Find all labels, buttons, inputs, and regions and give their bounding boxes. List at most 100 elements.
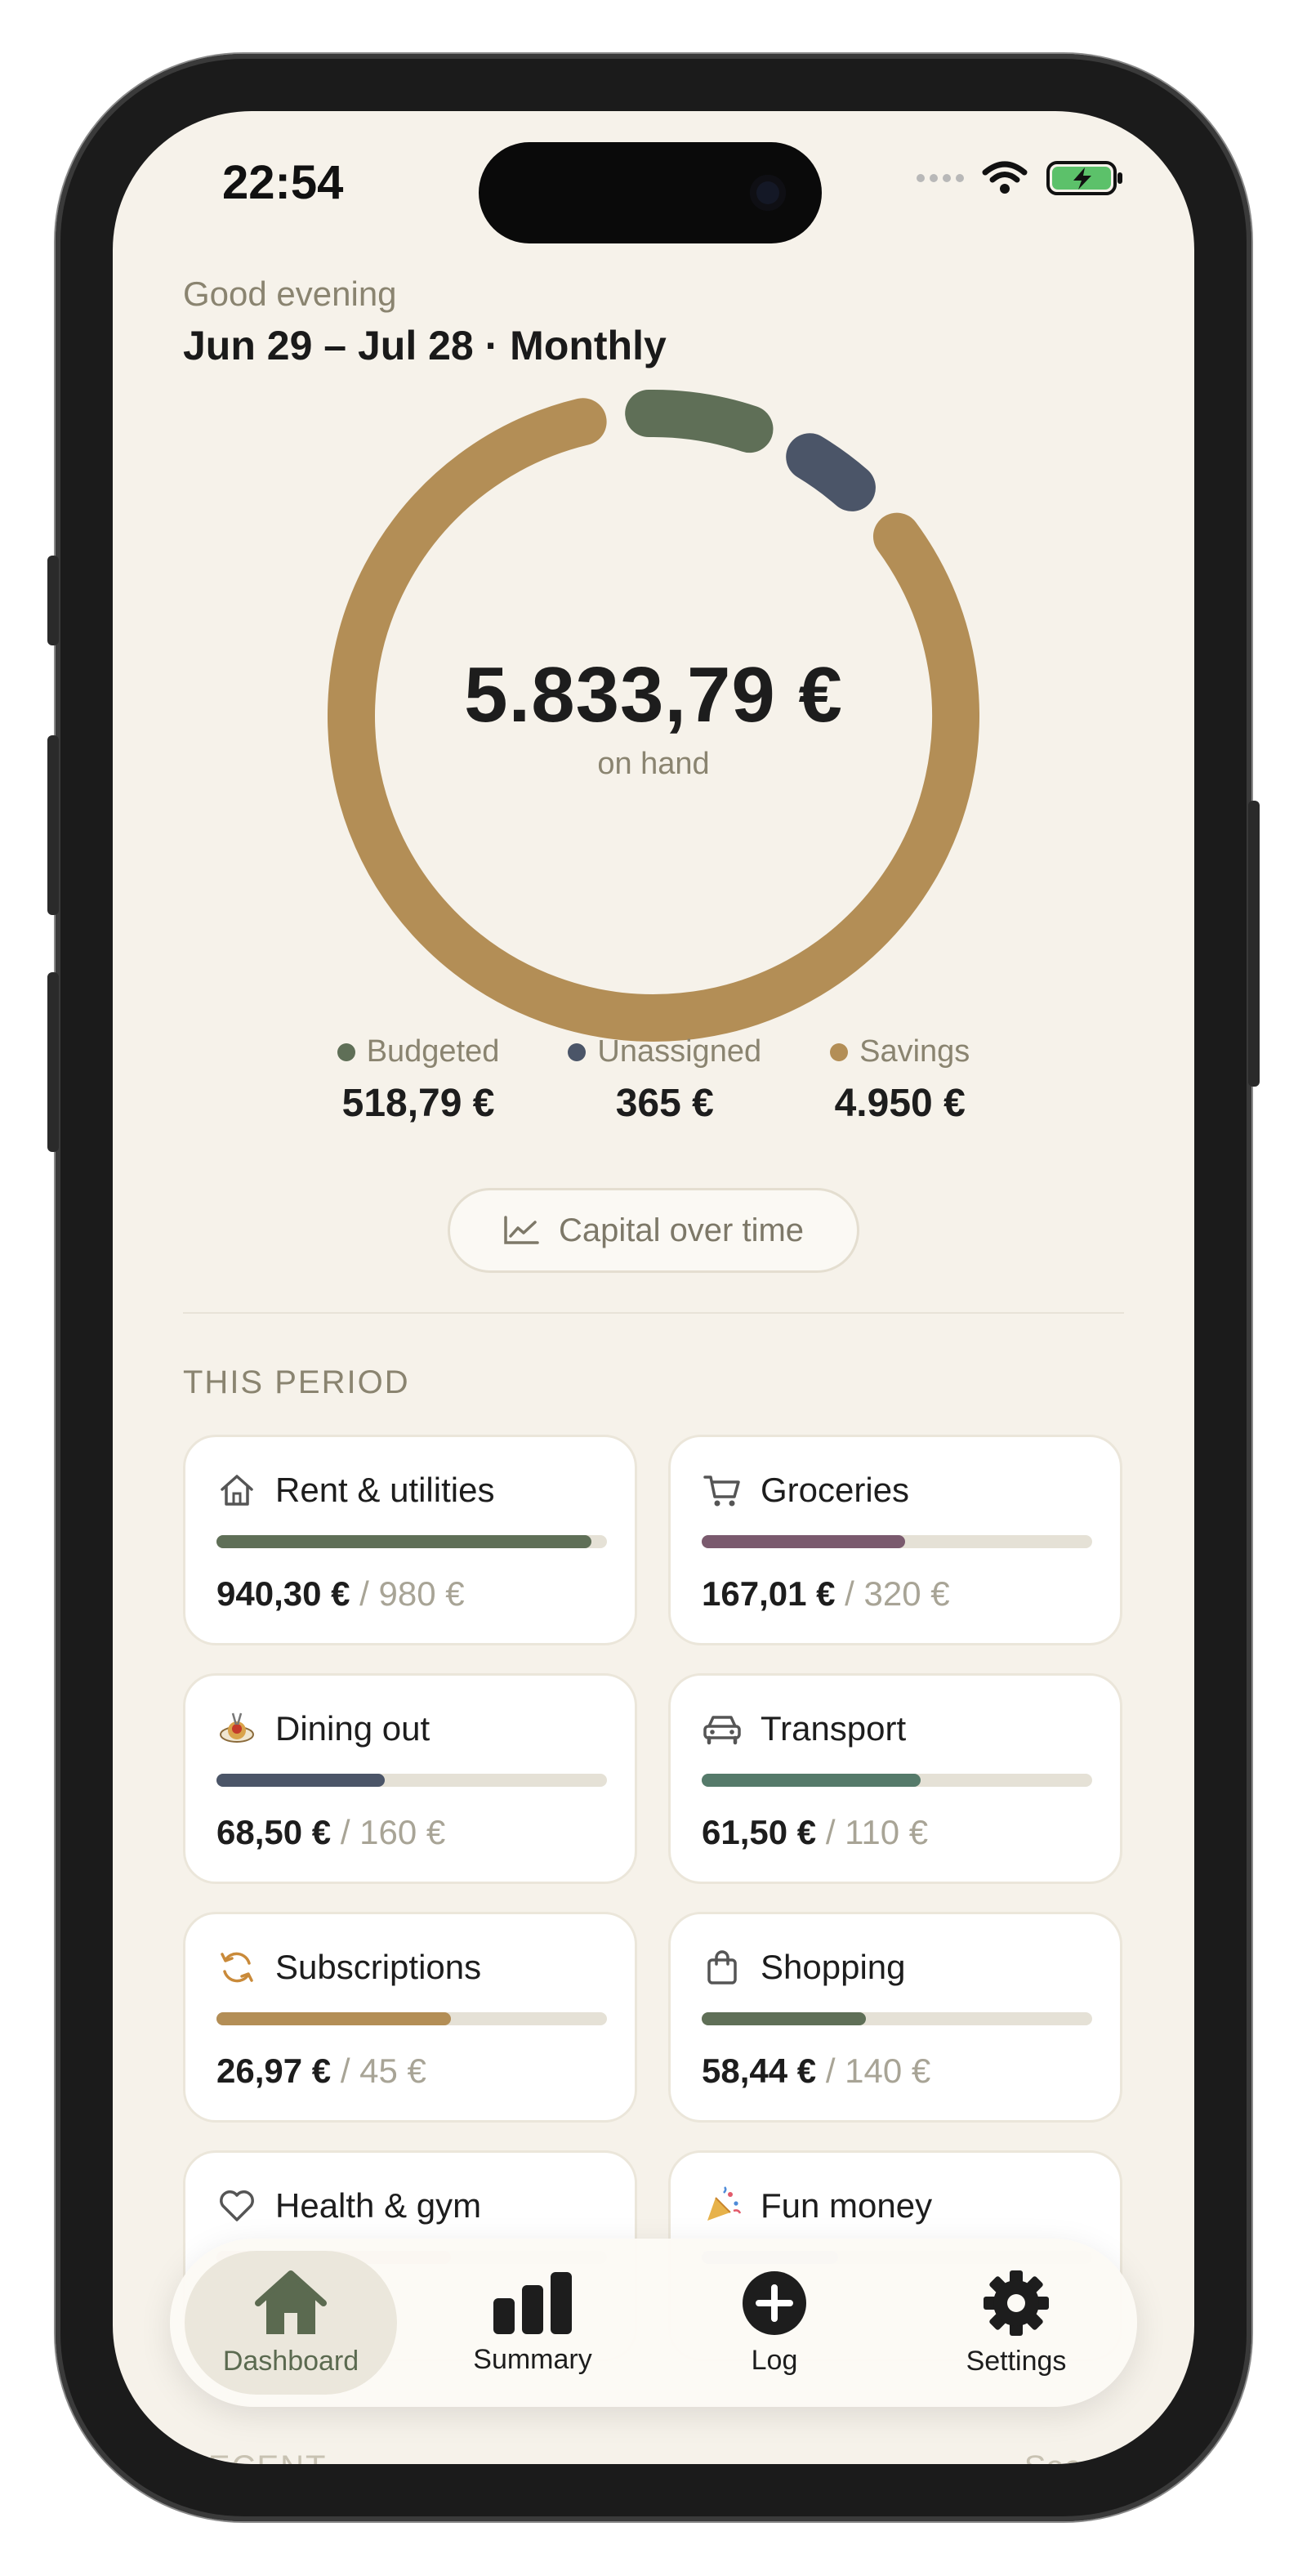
legend-label-unassigned: Unassigned <box>597 1034 762 1069</box>
category-name: Fun money <box>761 2186 933 2225</box>
battery-charging-icon <box>1046 161 1122 195</box>
legend-value-budgeted: 518,79 € <box>341 1082 495 1125</box>
progress-track <box>216 1774 607 1787</box>
wifi-icon <box>982 161 1028 194</box>
car-icon <box>702 1708 743 1749</box>
app-screen: 22:54 Good evening Jun 29 – Jul 28 · Mon… <box>113 111 1194 2464</box>
heart-icon <box>216 2185 257 2226</box>
legend-budgeted: Budgeted 518,79 € <box>337 1034 500 1126</box>
pasta-icon <box>216 1708 257 1749</box>
legend-label-budgeted: Budgeted <box>366 1034 500 1069</box>
category-name: Shopping <box>761 1948 906 1986</box>
category-amount: 167,01 € / 320 € <box>702 1574 950 1614</box>
refresh-icon <box>216 1947 257 1988</box>
budget-limit: / 45 € <box>340 2051 426 2090</box>
budget-limit: / 980 € <box>359 1574 465 1613</box>
legend-unassigned: Unassigned 365 € <box>568 1034 761 1126</box>
budget-limit: / 110 € <box>825 1813 929 1851</box>
category-amount: 68,50 € / 160 € <box>216 1813 445 1852</box>
tab-settings[interactable]: Settings <box>910 2251 1122 2395</box>
progress-fill <box>702 1535 905 1548</box>
status-icons <box>917 160 1124 196</box>
camera-icon <box>750 175 786 211</box>
tab-label: Summary <box>473 2343 592 2375</box>
tab-dashboard[interactable]: Dashboard <box>185 2251 397 2395</box>
cart-icon <box>702 1470 743 1511</box>
category-amount: 940,30 € / 980 € <box>216 1574 465 1614</box>
category-amount: 26,97 € / 45 € <box>216 2051 426 2091</box>
category-name: Dining out <box>275 1709 430 1748</box>
capital-over-time-button[interactable]: Capital over time <box>448 1188 859 1273</box>
spent-amount: 68,50 € <box>216 1813 332 1851</box>
spent-amount: 26,97 € <box>216 2051 332 2090</box>
capital-ring-chart: 5.833,79 € on hand <box>327 389 980 1042</box>
category-name: Subscriptions <box>275 1948 482 1986</box>
volume-down-button <box>47 972 59 1152</box>
progress-track <box>702 1535 1092 1548</box>
progress-fill <box>216 1535 591 1548</box>
line-chart-icon <box>504 1216 539 1244</box>
period-title[interactable]: Jun 29 – Jul 28 · Monthly <box>183 322 667 369</box>
legend-value-savings: 4.950 € <box>834 1082 966 1125</box>
category-card-shopping[interactable]: Shopping 58,44 € / 140 € <box>668 1912 1122 2123</box>
category-card-transport[interactable]: Transport 61,50 € / 110 € <box>668 1673 1122 1884</box>
house-icon <box>255 2270 327 2334</box>
on-hand-label: on hand <box>597 746 710 781</box>
progress-track <box>216 1535 607 1548</box>
dynamic-island <box>479 142 822 243</box>
category-card-dining[interactable]: Dining out 68,50 € / 160 € <box>183 1673 637 1884</box>
action-button <box>47 556 59 645</box>
cellular-signal-icon <box>917 174 964 182</box>
category-name: Transport <box>761 1709 907 1748</box>
on-hand-amount: 5.833,79 € <box>464 650 843 739</box>
see-all-link[interactable]: See all <box>1024 2449 1124 2464</box>
budget-limit: / 160 € <box>340 1813 446 1851</box>
volume-up-button <box>47 735 59 915</box>
ring-center: 5.833,79 € on hand <box>327 389 980 1042</box>
legend-value-unassigned: 365 € <box>615 1082 714 1125</box>
progress-track <box>702 2012 1092 2025</box>
budget-limit: / 140 € <box>825 2051 931 2090</box>
greeting-text: Good evening <box>183 275 397 313</box>
category-amount: 58,44 € / 140 € <box>702 2051 930 2091</box>
legend-savings: Savings 4.950 € <box>830 1034 970 1126</box>
gear-icon <box>984 2270 1049 2336</box>
legend-dot-savings <box>830 1042 849 1061</box>
spent-amount: 940,30 € <box>216 1574 350 1613</box>
progress-fill <box>216 1774 385 1787</box>
plus-circle-icon <box>743 2270 806 2335</box>
progress-fill <box>702 2012 866 2025</box>
tab-label: Dashboard <box>222 2345 359 2377</box>
recent-heading: RECENT <box>183 2449 327 2464</box>
category-amount: 61,50 € / 110 € <box>702 1813 928 1852</box>
progress-track <box>216 2012 607 2025</box>
legend-dot-unassigned <box>568 1042 587 1061</box>
category-name: Rent & utilities <box>275 1471 495 1509</box>
status-time: 22:54 <box>222 156 344 209</box>
tab-label: Settings <box>966 2345 1067 2377</box>
house-icon <box>216 1470 257 1511</box>
ring-legend: Budgeted 518,79 € Unassigned 365 € Savin… <box>113 1034 1194 1126</box>
power-button <box>1248 801 1260 1087</box>
category-name: Groceries <box>761 1471 910 1509</box>
tab-summary[interactable]: Summary <box>426 2251 639 2395</box>
legend-label-savings: Savings <box>859 1034 970 1069</box>
section-divider <box>183 1312 1124 1314</box>
bag-icon <box>702 1947 743 1988</box>
tab-log[interactable]: Log <box>668 2251 881 2395</box>
category-card-subscriptions[interactable]: Subscriptions 26,97 € / 45 € <box>183 1912 637 2123</box>
category-name: Health & gym <box>275 2186 482 2225</box>
tab-bar: Dashboard Summary Log Settings <box>170 2239 1137 2407</box>
spent-amount: 61,50 € <box>702 1813 817 1851</box>
tab-label: Log <box>751 2344 798 2376</box>
bar-chart-icon <box>493 2271 572 2334</box>
budget-limit: / 320 € <box>845 1574 950 1613</box>
spent-amount: 58,44 € <box>702 2051 817 2090</box>
progress-track <box>702 1774 1092 1787</box>
category-card-rent[interactable]: Rent & utilities 940,30 € / 980 € <box>183 1435 637 1645</box>
this-period-heading: THIS PERIOD <box>183 1364 410 1400</box>
category-card-groceries[interactable]: Groceries 167,01 € / 320 € <box>668 1435 1122 1645</box>
spent-amount: 167,01 € <box>702 1574 836 1613</box>
legend-dot-budgeted <box>337 1042 355 1061</box>
progress-fill <box>216 2012 451 2025</box>
